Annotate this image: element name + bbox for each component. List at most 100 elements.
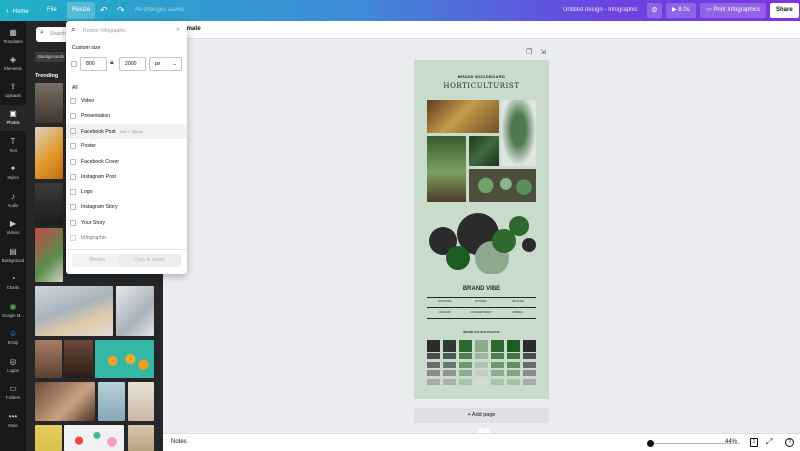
option-checkbox[interactable] — [70, 174, 76, 180]
rail-logos[interactable]: ◎ Logos — [0, 353, 26, 379]
rail-styles[interactable]: ✦ Styles — [0, 160, 26, 186]
resize-option-poster[interactable]: Poster — [66, 139, 187, 154]
option-checkbox[interactable] — [70, 98, 76, 104]
back-home-button[interactable]: ‹ Home — [6, 0, 29, 21]
category-chip[interactable]: Backgrounds — [35, 52, 65, 62]
option-checkbox[interactable] — [70, 128, 76, 134]
resize-button[interactable]: Resize — [72, 254, 123, 267]
moodboard-photo[interactable] — [469, 136, 499, 166]
height-input[interactable]: 2000 — [119, 57, 146, 71]
design-page[interactable]: BRAND MOODBOARD HORTICULTURIST BRAND VIB… — [414, 60, 549, 399]
palette-swatch — [459, 361, 472, 368]
photo-thumb[interactable] — [128, 425, 154, 451]
photo-thumb[interactable] — [35, 382, 95, 421]
copy-resize-button[interactable]: Copy & resize — [118, 254, 181, 267]
resize-option-logo[interactable]: Logo — [66, 185, 187, 200]
rail-text[interactable]: T Text — [0, 133, 26, 159]
palette-swatch — [475, 378, 488, 385]
page-count-button[interactable]: 1 — [750, 438, 758, 447]
option-checkbox[interactable] — [70, 143, 76, 149]
resize-option-instagram-story[interactable]: Instagram Story — [66, 200, 187, 215]
moodboard-photo[interactable] — [427, 100, 499, 133]
resize-search[interactable]: ⌕ Resize Infographic ✕ — [69, 24, 184, 38]
option-checkbox[interactable] — [70, 113, 76, 119]
print-button[interactable]: ▭ Print Infographics — [700, 3, 767, 18]
share-button[interactable]: Share — [770, 3, 799, 18]
option-checkbox[interactable] — [70, 189, 76, 195]
resize-option-video[interactable]: Video — [66, 94, 187, 109]
vibe-divider — [427, 318, 536, 319]
option-checkbox[interactable] — [70, 159, 76, 165]
rail-folders[interactable]: ▭ Folders — [0, 380, 26, 406]
notes-button[interactable]: Notes — [171, 439, 187, 445]
rail-videos[interactable]: ▶ Videos — [0, 215, 26, 241]
photos-icon: ▣ — [9, 109, 17, 118]
rail-templates[interactable]: ▦ Templates — [0, 24, 26, 50]
rail-emoji[interactable]: ☺ Emoji — [0, 325, 26, 351]
option-checkbox[interactable] — [70, 204, 76, 210]
width-input[interactable]: 800 — [80, 57, 107, 71]
resize-option-instagram-post[interactable]: Instagram Post — [66, 170, 187, 185]
rail-photos[interactable]: ▣ Photos — [0, 105, 26, 131]
photo-thumb[interactable] — [116, 286, 154, 336]
help-icon[interactable]: ? — [785, 438, 794, 447]
photo-thumb[interactable] — [35, 83, 63, 123]
vibe-word: MINIMAL — [512, 311, 524, 314]
close-icon[interactable]: ✕ — [176, 27, 180, 33]
trending-heading: Trending — [35, 73, 59, 79]
resize-option-infographic[interactable]: Infographic — [66, 231, 187, 246]
rail-audio[interactable]: ♪ Audio — [0, 188, 26, 214]
moodboard-photo[interactable] — [469, 169, 536, 202]
resize-option-your-story[interactable]: Your Story — [66, 216, 187, 231]
zoom-slider-handle[interactable] — [647, 440, 654, 447]
add-page-icon[interactable]: ⇲ — [540, 48, 546, 56]
duplicate-page-icon[interactable]: ❐ — [526, 48, 532, 56]
photo-thumb[interactable] — [128, 382, 154, 421]
rail-more[interactable]: ••• More — [0, 408, 26, 434]
photo-thumb[interactable] — [95, 340, 154, 378]
rail-charts[interactable]: ◔ Charts — [0, 270, 26, 296]
styles-icon: ✦ — [9, 164, 17, 173]
resize-option-facebook-post[interactable]: Facebook Post 940 × 788 px — [66, 124, 187, 139]
photo-thumb[interactable] — [64, 425, 124, 451]
photo-thumb[interactable] — [98, 382, 125, 421]
resize-option-presentation[interactable]: Presentation — [66, 109, 187, 124]
moodboard-photo[interactable] — [427, 136, 466, 202]
file-menu[interactable]: File — [47, 0, 57, 21]
rail-uploads[interactable]: ⇪ Uploads — [0, 78, 26, 104]
lock-ratio-checkbox[interactable] — [71, 61, 77, 67]
zoom-level[interactable]: 44% — [725, 439, 737, 445]
photos-search-placeholder: Search — [50, 31, 66, 37]
photo-thumb[interactable] — [35, 228, 63, 282]
photo-thumb[interactable] — [64, 340, 93, 378]
option-checkbox[interactable] — [70, 220, 76, 226]
undo-icon[interactable]: ↶ — [100, 0, 108, 21]
photo-thumb[interactable] — [35, 286, 113, 336]
play-button[interactable]: ▶ 8.0s — [666, 3, 696, 18]
resize-menu[interactable]: Resize — [67, 2, 96, 19]
resize-option-facebook-cover[interactable]: Facebook Cover — [66, 155, 187, 170]
palette-swatch — [523, 361, 536, 368]
palette-heading: BRAND COLOUR PALETTE — [463, 330, 500, 334]
vibe-divider — [427, 297, 536, 298]
rail-background[interactable]: ▤ Background — [0, 243, 26, 269]
uploads-icon: ⇪ — [9, 82, 17, 91]
photo-thumb[interactable] — [35, 127, 63, 179]
unit-select[interactable]: px ⌄ — [149, 57, 182, 71]
animate-icon[interactable]: ⚙ — [647, 3, 662, 18]
photo-thumb[interactable] — [35, 425, 62, 451]
text-icon: T — [10, 137, 16, 146]
colour-palette — [427, 340, 537, 386]
templates-icon: ▦ — [9, 28, 17, 37]
photo-thumb[interactable] — [35, 340, 62, 378]
add-page-button[interactable]: + Add page — [414, 408, 549, 423]
fullscreen-icon[interactable]: ⤢ — [766, 437, 772, 447]
lock-icon[interactable]: 🔒︎ — [110, 59, 114, 67]
moodboard-photo[interactable] — [501, 100, 536, 166]
rail-elements[interactable]: ◈ Elements — [0, 51, 26, 77]
document-title[interactable]: Untitled design - Infographic — [563, 0, 638, 21]
rail-google-maps[interactable]: ◉ Google M... — [0, 298, 26, 324]
photo-thumb[interactable] — [35, 183, 63, 225]
redo-icon[interactable]: ↷ — [117, 0, 125, 21]
option-checkbox[interactable] — [70, 235, 76, 241]
